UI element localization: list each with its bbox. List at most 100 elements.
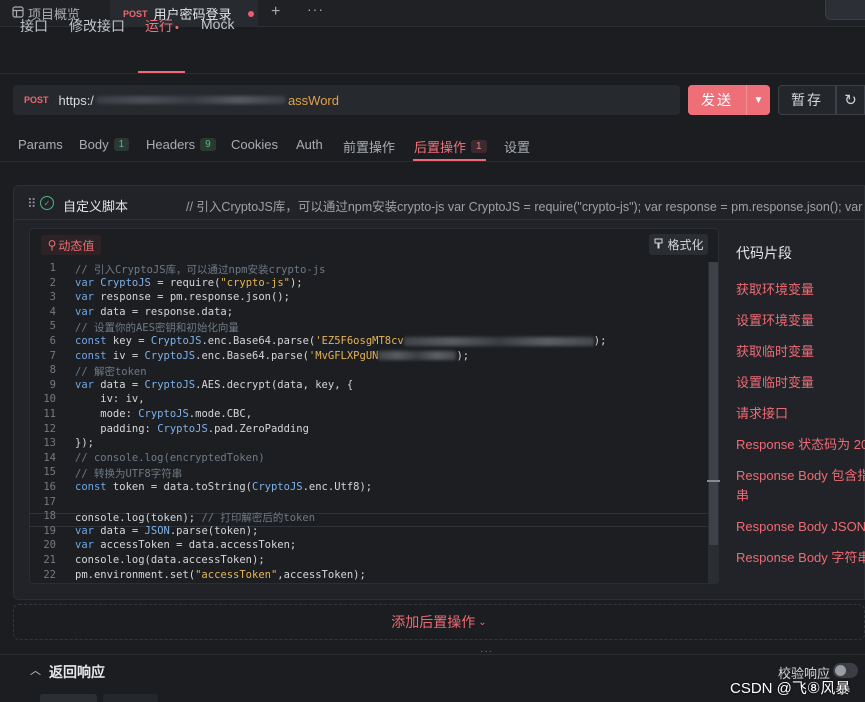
- snippet-get-temp[interactable]: 获取临时变量: [736, 341, 814, 360]
- code-line[interactable]: });: [75, 437, 94, 449]
- check-circle-icon[interactable]: ✓: [40, 196, 54, 210]
- tab-mock[interactable]: Mock: [201, 16, 234, 32]
- tab-run[interactable]: 运行 •: [145, 16, 179, 36]
- tab-headers[interactable]: Headers 9: [146, 137, 216, 152]
- snippet-set-temp[interactable]: 设置临时变量: [736, 372, 814, 391]
- corner-widget[interactable]: [825, 0, 865, 20]
- snippets-title: 代码片段: [736, 245, 792, 261]
- response-title[interactable]: 返回响应: [49, 662, 105, 682]
- snippet-get-env[interactable]: 获取环境变量: [736, 279, 814, 298]
- tab-post-operations[interactable]: 后置操作 1: [414, 137, 487, 156]
- tab-body[interactable]: Body 1: [79, 137, 130, 152]
- code-line[interactable]: // 解密token: [75, 364, 147, 379]
- code-line[interactable]: const token = data.toString(CryptoJS.enc…: [75, 481, 372, 493]
- line-number: 7: [49, 349, 56, 362]
- code-line[interactable]: // console.log(encryptedToken): [75, 452, 265, 464]
- toggle-icon[interactable]: [833, 663, 858, 678]
- tab-edit-api[interactable]: 修改接口: [69, 16, 125, 36]
- scrollbar-thumb[interactable]: [709, 262, 718, 545]
- code-line[interactable]: iv: iv,: [75, 393, 144, 405]
- line-number: 9: [49, 378, 56, 391]
- line-number: 10: [43, 393, 56, 406]
- sub-tab-bar: [0, 28, 865, 74]
- tab-label: Params: [18, 137, 63, 152]
- code-line[interactable]: var response = pm.response.json();: [75, 291, 290, 303]
- tab-auth[interactable]: Auth: [296, 137, 323, 152]
- line-number: 20: [43, 539, 56, 552]
- code-line[interactable]: var accessToken = data.accessToken;: [75, 539, 296, 551]
- collapse-arrow-icon[interactable]: ︿: [30, 662, 41, 678]
- redacted-blur: [378, 351, 457, 361]
- tab-label: Body: [79, 137, 109, 152]
- line-number: 22: [43, 568, 56, 581]
- line-number: 1: [49, 262, 56, 274]
- line-number: 3: [49, 291, 56, 304]
- format-button[interactable]: 格式化: [649, 234, 708, 255]
- tab-params[interactable]: Params: [18, 137, 63, 152]
- snippet-body-contains[interactable]: Response Body 包含指: [736, 465, 865, 484]
- count-badge: 9: [200, 138, 216, 151]
- code-line[interactable]: var data = JSON.parse(token);: [75, 525, 258, 537]
- snippet-set-env[interactable]: 设置环境变量: [736, 310, 814, 329]
- code-line[interactable]: // 引入CryptoJS库，可以通过npm安装crypto-js: [75, 262, 325, 277]
- line-number: 4: [49, 305, 56, 318]
- code-line[interactable]: pm.environment.set("accessToken",accessT…: [75, 569, 366, 581]
- code-line[interactable]: var data = CryptoJS.AES.decrypt(data, ke…: [75, 379, 353, 391]
- url-suffix: assWord: [287, 92, 339, 108]
- code-line[interactable]: var CryptoJS = require("crypto-js");: [75, 277, 303, 289]
- unsaved-dot[interactable]: [247, 10, 254, 17]
- method-select[interactable]: POST: [24, 95, 49, 105]
- code-line[interactable]: // 设置你的AES密钥和初始化向量: [75, 320, 239, 335]
- code-line[interactable]: const iv = CryptoJS.enc.Base64.parse('Mv…: [75, 350, 469, 362]
- line-number: 2: [49, 276, 56, 289]
- url-prefix: https:/: [58, 92, 94, 108]
- bottom-tab-2[interactable]: [103, 694, 158, 702]
- code-line[interactable]: console.log(data.accessToken);: [75, 554, 265, 566]
- line-number: 21: [43, 554, 56, 566]
- code-line[interactable]: padding: CryptoJS.pad.ZeroPadding: [75, 423, 309, 435]
- tab-api[interactable]: 接口: [20, 16, 48, 36]
- bottom-tab-1[interactable]: [40, 694, 97, 702]
- tab-settings[interactable]: 设置: [504, 137, 530, 156]
- code-line[interactable]: const key = CryptoJS.enc.Base64.parse('E…: [75, 335, 606, 347]
- tab-label: 前置操作: [343, 140, 396, 155]
- more-icon[interactable]: ···: [307, 1, 324, 17]
- button-label: 动态值: [58, 238, 95, 253]
- url-value[interactable]: https:/ assWord: [59, 93, 339, 108]
- tab-label: Auth: [296, 137, 323, 152]
- tab-request-login[interactable]: POST 用户密码登录: [110, 0, 258, 27]
- chevron-down-icon[interactable]: ▼: [747, 95, 770, 106]
- drag-handle-icon[interactable]: ⠿: [27, 196, 37, 212]
- code-line[interactable]: mode: CryptoJS.mode.CBC,: [75, 408, 252, 420]
- line-number: 15: [43, 466, 56, 479]
- plus-icon[interactable]: +: [271, 3, 280, 21]
- script-title[interactable]: 自定义脚本: [63, 196, 128, 215]
- count-badge: 1: [113, 138, 130, 151]
- line-number: 11: [43, 408, 56, 420]
- tab-label: 后置操作: [414, 140, 467, 155]
- snippet-body-string[interactable]: Response Body 字符串: [736, 547, 865, 566]
- line-number: 13: [43, 437, 56, 450]
- tab-cookies[interactable]: Cookies: [231, 137, 278, 152]
- add-post-op-button[interactable]: 添加后置操作 ⌄: [13, 604, 865, 640]
- refresh-icon[interactable]: ↻: [836, 85, 865, 115]
- scroll-marker: [707, 480, 720, 482]
- code-line[interactable]: // 转换为UTF8字符串: [75, 466, 182, 481]
- code-line[interactable]: console.log(token); // 打印解密后的token: [75, 510, 315, 525]
- tab-pre-operations[interactable]: 前置操作: [343, 137, 395, 156]
- dynamic-value-button[interactable]: ⚲ 动态值: [41, 235, 101, 255]
- save-draft-button[interactable]: 暂存: [778, 85, 836, 115]
- snippet-body-contains-wrap[interactable]: 串: [736, 485, 749, 504]
- tab-label: Headers: [146, 137, 196, 152]
- resize-handle[interactable]: ···: [480, 646, 493, 657]
- url-input[interactable]: POST https:/ assWord: [13, 85, 680, 115]
- count-badge: 1: [471, 140, 487, 153]
- line-number: 12: [43, 422, 56, 435]
- code-line[interactable]: var data = response.data;: [75, 306, 233, 318]
- snippet-status-200[interactable]: Response 状态码为 200: [736, 434, 865, 453]
- line-number: 5: [49, 320, 56, 333]
- snippet-body-json[interactable]: Response Body JSON 值: [736, 516, 865, 535]
- active-tab-indicator: [138, 71, 185, 73]
- send-button[interactable]: 发送 ▼: [688, 85, 770, 115]
- snippet-request[interactable]: 请求接口: [736, 403, 788, 422]
